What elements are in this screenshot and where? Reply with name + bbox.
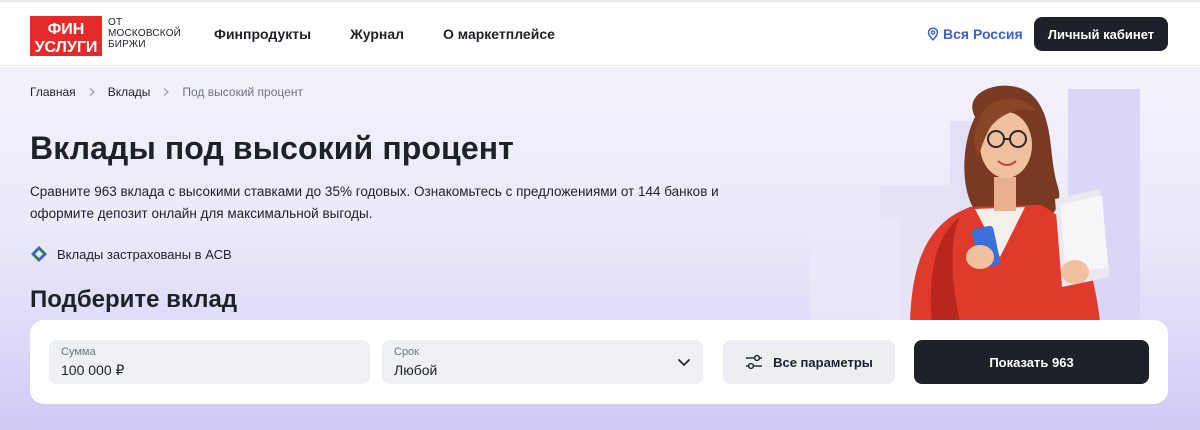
location-pin-icon bbox=[927, 27, 939, 41]
sum-label: Сумма bbox=[61, 346, 96, 358]
all-params-label: Все параметры bbox=[773, 354, 873, 370]
breadcrumb-deposits[interactable]: Вклады bbox=[108, 85, 151, 99]
header: ФИН УСЛУГИ ОТ МОСКОВСКОЙ БИРЖИ Финпродук… bbox=[0, 2, 1200, 66]
personal-cabinet-button[interactable]: Личный кабинет bbox=[1034, 17, 1168, 51]
page-description: Сравните 963 вклада с высокими ставками … bbox=[30, 184, 719, 221]
show-results-button[interactable]: Показать 963 bbox=[914, 340, 1149, 384]
region-selector[interactable]: Вся Россия bbox=[927, 24, 1023, 44]
insurance-note: Вклады застрахованы в АСВ bbox=[30, 245, 232, 263]
nav-item-about[interactable]: О маркетплейсе bbox=[443, 26, 555, 42]
chevron-down-icon bbox=[677, 358, 691, 367]
chevron-right-icon bbox=[89, 88, 95, 96]
nav-item-finproducts[interactable]: Финпродукты bbox=[214, 26, 311, 42]
term-label: Срок bbox=[394, 346, 419, 358]
logo-subtitle: ОТ МОСКОВСКОЙ БИРЖИ bbox=[108, 17, 181, 50]
all-params-button[interactable]: Все параметры bbox=[723, 340, 895, 384]
logo-line2: УСЛУГИ bbox=[35, 39, 98, 56]
breadcrumb: Главная Вклады Под высокий процент bbox=[30, 85, 303, 99]
section-title: Подберите вклад bbox=[30, 286, 238, 313]
woman-illustration bbox=[810, 85, 1140, 322]
term-value: Любой bbox=[394, 362, 438, 378]
sliders-icon bbox=[746, 354, 763, 370]
term-select[interactable]: Срок Любой bbox=[382, 340, 703, 384]
nav-item-journal[interactable]: Журнал bbox=[350, 26, 404, 42]
hero: Главная Вклады Под высокий процент Вклад… bbox=[0, 67, 1200, 430]
breadcrumb-home[interactable]: Главная bbox=[30, 85, 76, 99]
main-nav: Финпродукты Журнал О маркетплейсе bbox=[214, 2, 555, 66]
region-label: Вся Россия bbox=[943, 26, 1023, 42]
finuslugi-logo[interactable]: ФИН УСЛУГИ bbox=[30, 16, 102, 56]
chevron-right-icon bbox=[163, 88, 170, 96]
breadcrumb-current: Под высокий процент bbox=[182, 85, 303, 99]
deposit-filter-panel: Сумма 100 000 ₽ Срок Любой Все параметры… bbox=[30, 320, 1168, 404]
page-title: Вклады под высокий процент bbox=[30, 130, 514, 166]
logo-sub-line: БИРЖИ bbox=[108, 39, 146, 50]
logo-sub-line: ОТ bbox=[108, 17, 123, 28]
sum-value: 100 000 ₽ bbox=[61, 362, 125, 378]
logo-sub-line: МОСКОВСКОЙ bbox=[108, 28, 182, 39]
sum-input[interactable]: Сумма 100 000 ₽ bbox=[49, 340, 370, 384]
insurance-note-text: Вклады застрахованы в АСВ bbox=[57, 246, 232, 262]
asv-logo-icon bbox=[31, 246, 47, 262]
logo-line1: ФИН bbox=[48, 21, 85, 38]
